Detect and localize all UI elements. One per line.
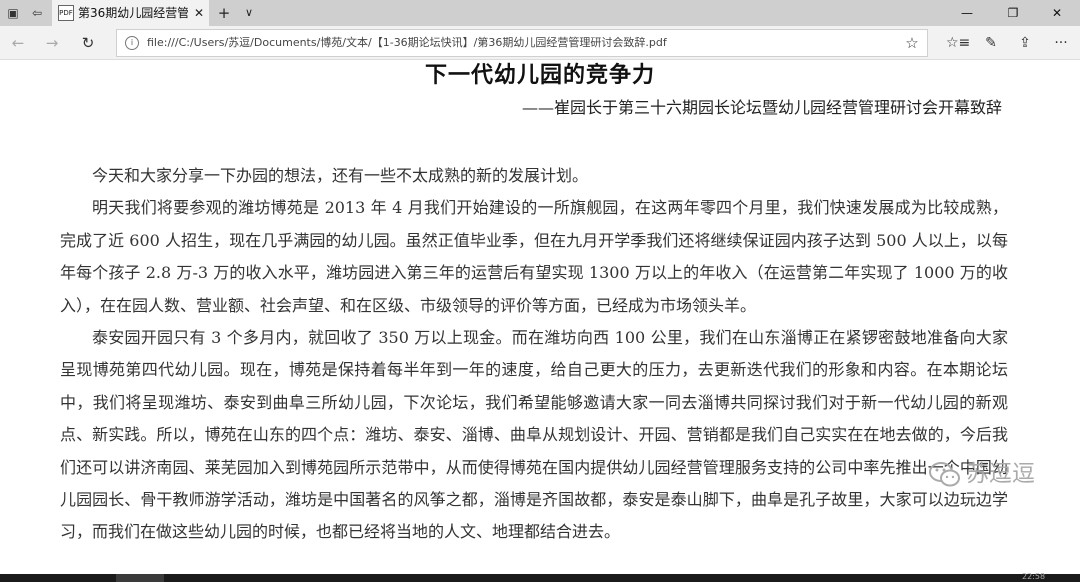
pen-icon[interactable]: ✎ xyxy=(980,33,1002,53)
taskbar: 22:58 xyxy=(0,572,1080,582)
taskbar-active-app[interactable] xyxy=(116,574,164,582)
star-icon[interactable]: ☆ xyxy=(903,34,921,52)
maximize-button[interactable]: ❐ xyxy=(990,0,1036,26)
forward-button[interactable]: → xyxy=(40,33,64,53)
url-text[interactable]: file:///C:/Users/苏逗/Documents/博苑/文本/【1-3… xyxy=(147,35,887,51)
more-icon[interactable]: ··· xyxy=(1050,33,1072,53)
watermark-text: 苏逗逗 xyxy=(966,461,1035,487)
chevron-down-icon[interactable]: ∨ xyxy=(239,4,259,22)
wechat-icon xyxy=(929,462,960,487)
new-tab-button[interactable]: + xyxy=(214,4,234,22)
refresh-button[interactable]: ↻ xyxy=(76,33,100,53)
back-button[interactable]: ← xyxy=(6,33,30,53)
active-tab[interactable]: PDF 第36期幼儿园经营管理 ✕ xyxy=(52,0,209,26)
window-close-button[interactable]: ✕ xyxy=(1034,0,1080,26)
info-icon[interactable]: i xyxy=(125,36,139,50)
paragraph-3: 泰安园开园只有 3 个多月内，就回收了 350 万以上现金。而在潍坊向西 100… xyxy=(60,328,1008,542)
watermark: 苏逗逗 xyxy=(924,456,1074,494)
set-aside-tabs-icon[interactable]: ▣ xyxy=(4,4,22,22)
tab-preview-icon[interactable]: ⇦ xyxy=(28,4,46,22)
pdf-document: 下一代幼儿园的竞争力 ——崔园长于第三十六期园长论坛暨幼儿园经营管理研讨会开幕致… xyxy=(0,60,1080,574)
navigation-bar: ← → ↻ i file:///C:/Users/苏逗/Documents/博苑… xyxy=(0,26,1080,60)
pdf-icon: PDF xyxy=(58,5,74,21)
minimize-button[interactable]: — xyxy=(944,0,990,26)
favorites-hub-icon[interactable]: ☆≡ xyxy=(946,33,970,53)
paragraph-1: 今天和大家分享一下办园的想法，还有一些不太成熟的新的发展计划。 xyxy=(92,166,589,185)
tab-close-icon[interactable]: ✕ xyxy=(191,4,207,22)
document-title: 下一代幼儿园的竞争力 xyxy=(424,63,655,88)
paragraph-2: 明天我们将要参观的潍坊博苑是 2013 年 4 月我们开始建设的一所旗舰园，在这… xyxy=(60,198,1008,315)
tab-title: 第36期幼儿园经营管理 xyxy=(78,6,188,20)
title-bar: ▣ ⇦ PDF 第36期幼儿园经营管理 ✕ + ∨ — ❐ ✕ xyxy=(0,0,1080,26)
share-icon[interactable]: ⇪ xyxy=(1014,33,1036,53)
address-bar[interactable]: i file:///C:/Users/苏逗/Documents/博苑/文本/【1… xyxy=(116,29,928,57)
taskbar-clock: 22:58 xyxy=(1022,572,1046,581)
document-body: 今天和大家分享一下办园的想法，还有一些不太成熟的新的发展计划。 明天我们将要参观… xyxy=(60,160,1008,549)
document-subtitle: ——崔园长于第三十六期园长论坛暨幼儿园经营管理研讨会开幕致辞 xyxy=(521,98,1002,117)
